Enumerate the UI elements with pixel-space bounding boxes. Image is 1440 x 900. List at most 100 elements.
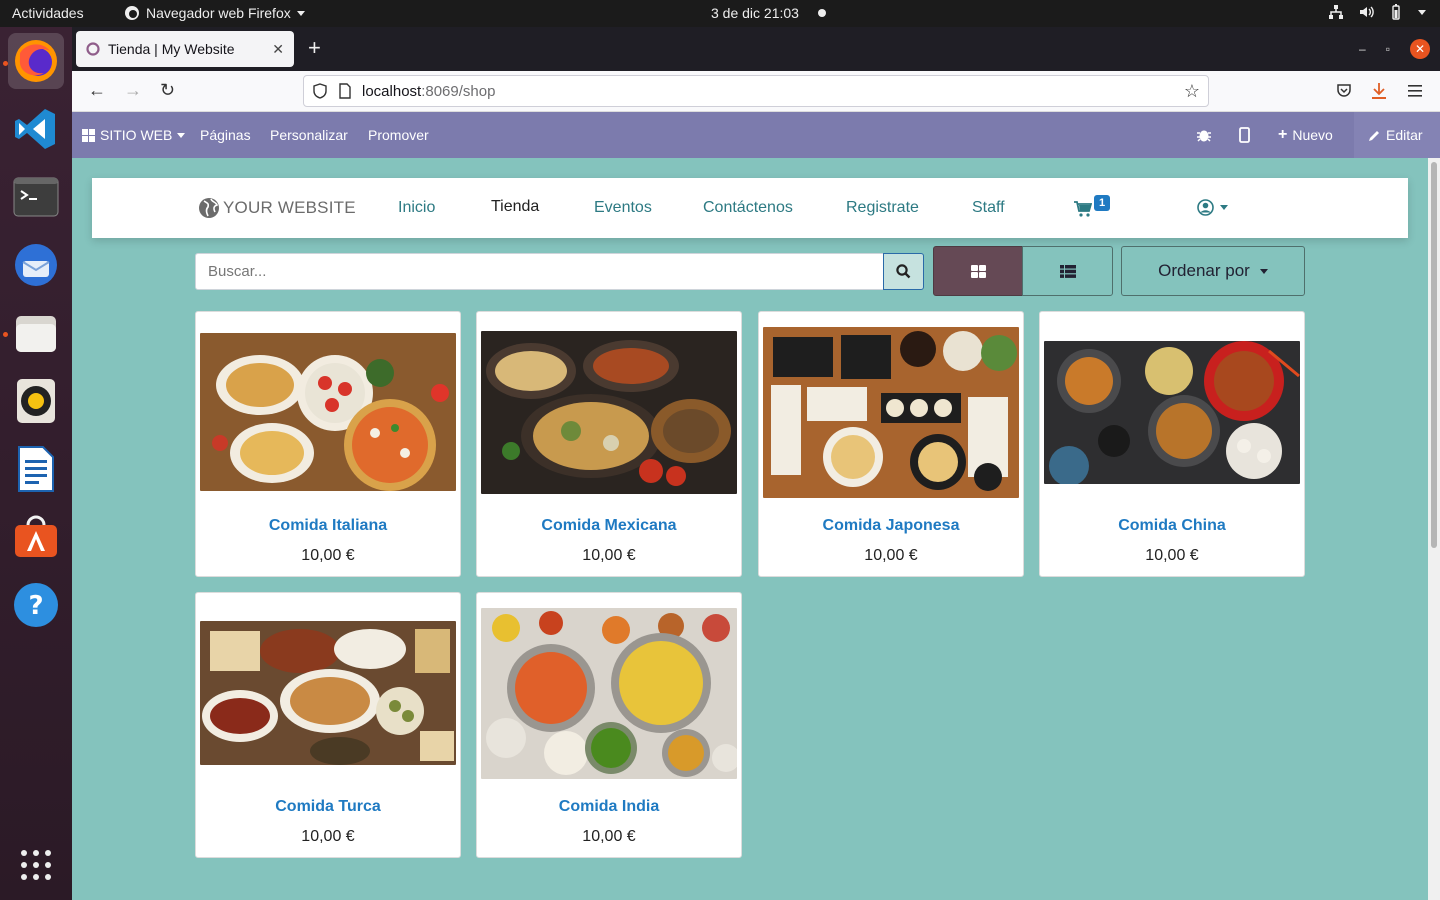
product-card[interactable]: Comida India 10,00 € — [476, 592, 742, 858]
product-image[interactable] — [481, 316, 737, 508]
product-name[interactable]: Comida Japonesa — [759, 517, 1023, 535]
nav-eventos[interactable]: Eventos — [594, 199, 652, 217]
italian-food-image — [200, 333, 456, 491]
browser-tab-strip: Tienda | My Website ✕ + – ▫ ✕ — [72, 27, 1440, 71]
nav-contactenos[interactable]: Contáctenos — [703, 199, 793, 217]
product-name[interactable]: Comida Turca — [196, 798, 460, 816]
rhythmbox-icon — [17, 379, 55, 423]
dock-files[interactable] — [8, 305, 64, 361]
logo-text: YOUR WEBSITE — [223, 198, 356, 217]
downloads-icon[interactable] — [1371, 82, 1387, 100]
user-menu[interactable] — [1197, 199, 1228, 216]
chevron-down-icon — [296, 10, 305, 16]
mexican-food-image — [481, 330, 737, 494]
nav-tienda[interactable]: Tienda — [491, 198, 539, 216]
battery-icon — [1392, 4, 1400, 20]
page-scrollbar[interactable] — [1428, 158, 1440, 900]
dock-firefox[interactable] — [8, 33, 64, 89]
website-page: YOUR WEBSITE Inicio Tienda Eventos Contá… — [72, 158, 1440, 900]
site-logo[interactable]: YOUR WEBSITE — [198, 197, 356, 219]
chevron-down-icon — [1259, 268, 1268, 274]
dock-terminal[interactable] — [8, 169, 64, 225]
product-card[interactable]: Comida China 10,00 € — [1039, 311, 1305, 577]
scrollbar-thumb[interactable] — [1431, 162, 1437, 548]
odoo-admin-bar: SITIO WEB Páginas Personalizar Promover … — [72, 112, 1440, 158]
browser-tab[interactable]: Tienda | My Website ✕ — [76, 31, 294, 67]
new-tab-icon[interactable]: + — [308, 37, 321, 59]
activities-button[interactable]: Actividades — [12, 5, 84, 21]
dock-software[interactable] — [8, 509, 64, 565]
product-price: 10,00 € — [301, 547, 355, 564]
grid-icon — [82, 128, 95, 142]
grid-view-button[interactable] — [933, 246, 1023, 296]
product-image[interactable] — [1044, 316, 1300, 508]
network-icon — [1329, 5, 1343, 19]
shopping-cart-icon — [1074, 201, 1092, 217]
close-tab-icon[interactable]: ✕ — [272, 41, 284, 58]
pocket-icon[interactable] — [1336, 83, 1352, 99]
product-card[interactable]: Comida Japonesa 10,00 € — [758, 311, 1024, 577]
maximize-icon[interactable]: ▫ — [1386, 42, 1390, 56]
system-menu-chevron-icon — [1418, 9, 1426, 15]
dock-writer[interactable] — [8, 441, 64, 497]
search-button[interactable] — [883, 253, 924, 290]
product-card[interactable]: Comida Mexicana 10,00 € — [476, 311, 742, 577]
forward-icon[interactable]: → — [124, 80, 142, 101]
list-view-icon — [1059, 264, 1076, 278]
sort-dropdown[interactable]: Ordenar por — [1121, 246, 1305, 296]
nav-registrate[interactable]: Registrate — [846, 199, 919, 217]
product-card[interactable]: Comida Italiana 10,00 € — [195, 311, 461, 577]
product-price: 10,00 € — [582, 547, 636, 564]
product-name[interactable]: Comida India — [477, 798, 741, 816]
url-bar[interactable]: localhost:8069/shop ☆ — [303, 75, 1209, 107]
dock-show-apps[interactable] — [8, 837, 64, 893]
plus-icon: + — [1278, 126, 1288, 143]
tab-title: Tienda | My Website — [108, 41, 235, 57]
system-top-bar: Actividades Navegador web Firefox 3 de d… — [0, 0, 1440, 27]
promote-menu[interactable]: Promover — [368, 127, 429, 143]
customize-menu[interactable]: Personalizar — [270, 127, 348, 143]
chinese-food-image — [1044, 340, 1300, 484]
nav-staff[interactable]: Staff — [972, 199, 1005, 217]
dock-vscode[interactable] — [8, 101, 64, 157]
new-button[interactable]: + Nuevo — [1278, 126, 1333, 144]
close-window-icon[interactable]: ✕ — [1410, 39, 1430, 59]
dock-rhythmbox[interactable] — [8, 373, 64, 429]
system-tray[interactable] — [1328, 4, 1426, 20]
search-icon — [896, 264, 911, 279]
menu-icon[interactable] — [1408, 84, 1422, 98]
product-price: 10,00 € — [301, 828, 355, 845]
odoo-favicon-icon — [86, 42, 100, 56]
product-image[interactable] — [200, 316, 456, 508]
product-name[interactable]: Comida Italiana — [196, 517, 460, 535]
minimize-icon[interactable]: – — [1359, 42, 1366, 56]
dock-thunderbird[interactable] — [8, 237, 64, 293]
product-card[interactable]: Comida Turca 10,00 € — [195, 592, 461, 858]
notification-dot-icon — [818, 9, 826, 17]
list-view-button[interactable] — [1022, 246, 1113, 296]
chevron-down-icon — [1220, 205, 1228, 210]
dock-help[interactable]: ? — [8, 577, 64, 633]
nav-inicio[interactable]: Inicio — [398, 199, 435, 217]
product-image[interactable] — [481, 597, 737, 789]
mobile-preview-icon[interactable] — [1239, 127, 1250, 143]
debug-bug-icon[interactable] — [1197, 127, 1211, 143]
pages-menu[interactable]: Páginas — [200, 127, 251, 143]
help-icon: ? — [14, 583, 58, 627]
firefox-icon — [15, 40, 57, 82]
reload-icon[interactable]: ↻ — [160, 80, 175, 101]
back-icon[interactable]: ← — [88, 80, 106, 101]
website-menu[interactable]: SITIO WEB — [82, 127, 186, 143]
clock[interactable]: 3 de dic 21:03 — [711, 5, 799, 21]
globe-icon — [199, 198, 219, 218]
product-image[interactable] — [200, 597, 456, 789]
edit-button[interactable]: Editar — [1368, 127, 1423, 143]
app-menu[interactable]: Navegador web Firefox — [124, 5, 305, 21]
new-button-label: Nuevo — [1292, 127, 1333, 143]
product-name[interactable]: Comida China — [1040, 517, 1304, 535]
apps-grid-icon — [21, 850, 51, 880]
product-name[interactable]: Comida Mexicana — [477, 517, 741, 535]
product-image[interactable] — [763, 316, 1019, 508]
bookmark-star-icon[interactable]: ☆ — [1184, 81, 1200, 102]
search-input[interactable]: Buscar... — [195, 253, 884, 290]
